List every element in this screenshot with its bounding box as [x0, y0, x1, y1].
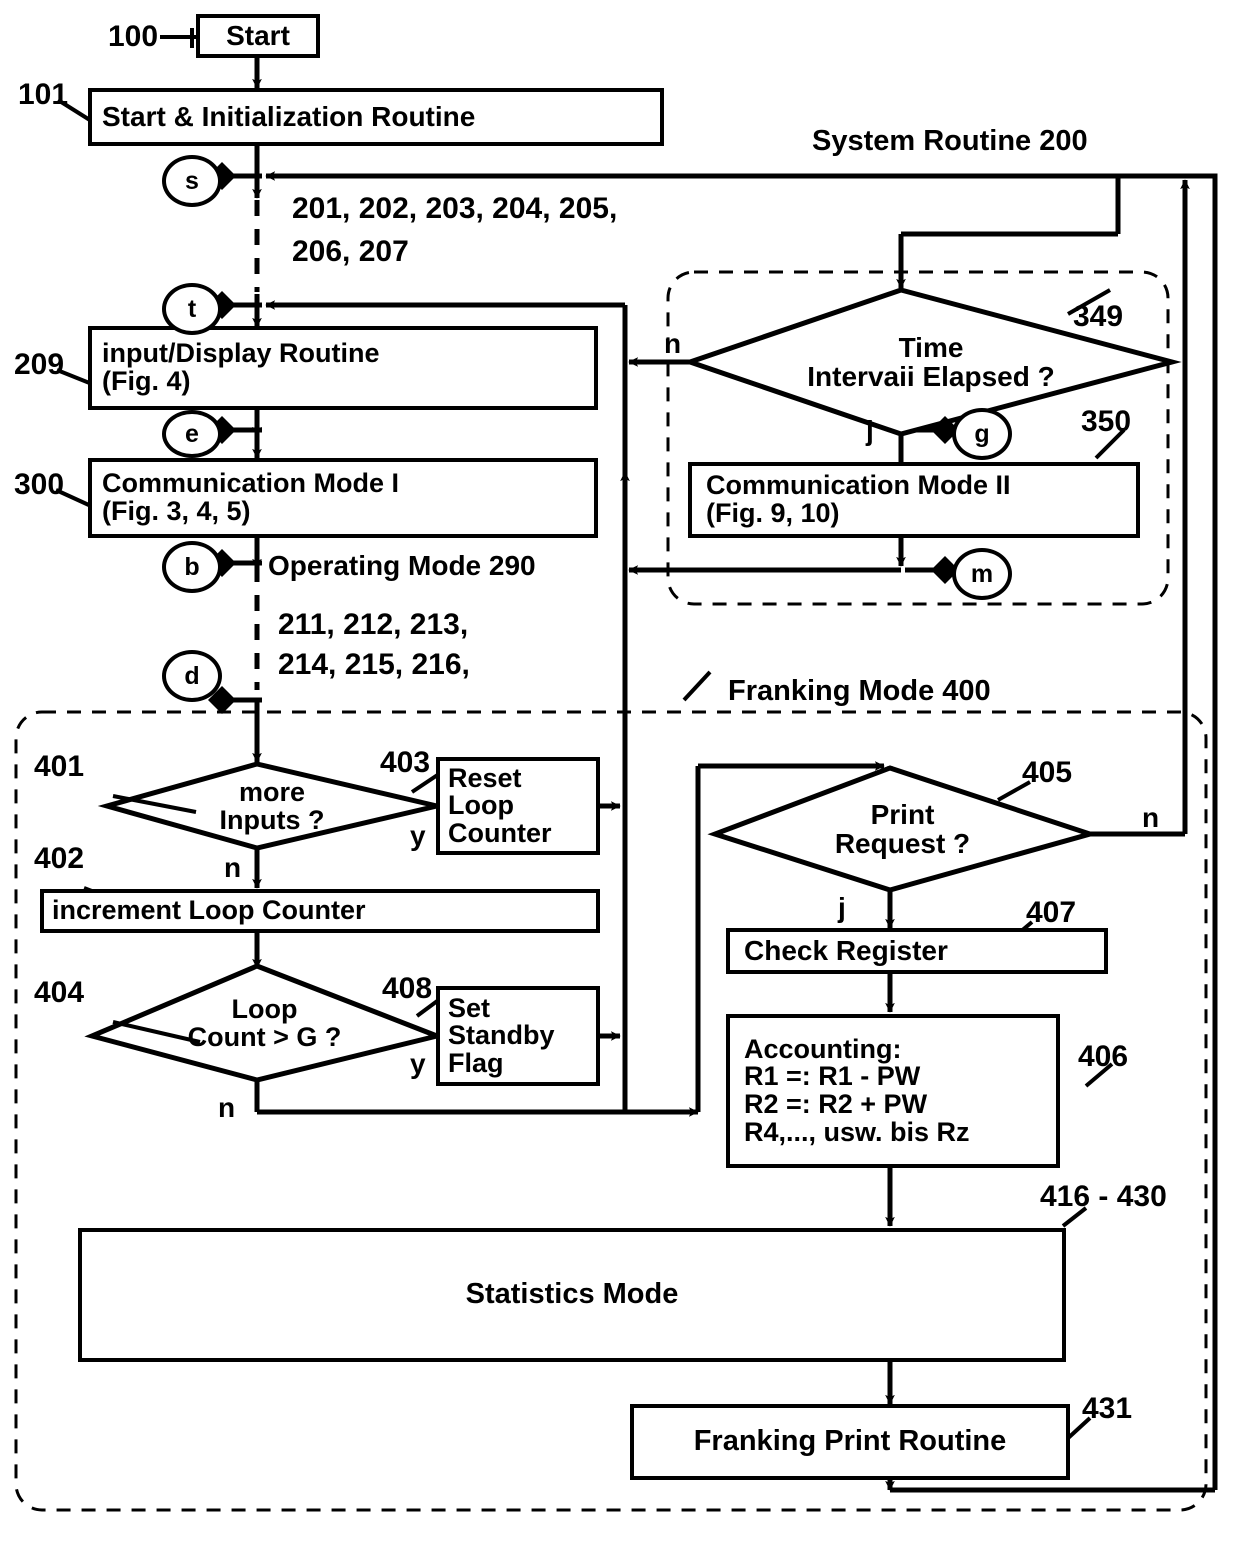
connector-m[interactable]: m — [952, 548, 1012, 600]
connector-b-label: b — [184, 552, 200, 581]
node-statistics-label: Statistics Mode — [465, 1278, 679, 1311]
branch-print-request-j: j — [838, 892, 846, 923]
decision-print-request-line2: Request ? — [834, 828, 971, 859]
decision-more-inputs-line2: Inputs ? — [219, 805, 325, 835]
node-accounting-line4: R4,..., usw. bis Rz — [744, 1116, 970, 1147]
connector-s-label: s — [185, 166, 199, 195]
node-accounting-line3: R2 =: R2 + PW — [744, 1089, 928, 1119]
node-set-standby-line2: Standby — [448, 1020, 555, 1051]
connector-b[interactable]: b — [162, 541, 222, 593]
branch-time-interval-n: n — [664, 328, 682, 359]
connector-g[interactable]: g — [952, 408, 1012, 460]
steps-21x-line2: 214, 215, 216, — [278, 648, 470, 681]
connector-t-label: t — [187, 294, 197, 323]
connector-e[interactable]: e — [162, 410, 222, 458]
node-franking-print-label: Franking Print Routine — [693, 1425, 1007, 1458]
ref-350: 350 — [1081, 405, 1132, 438]
node-accounting-line1: Accounting: — [744, 1033, 902, 1064]
ref-404: 404 — [34, 976, 85, 1009]
node-start[interactable]: Start — [196, 14, 320, 58]
node-check-register-label: Check Register — [744, 934, 948, 966]
decision-loop-count-line2: Count > G ? — [187, 1022, 342, 1052]
branch-loop-count-n: n — [218, 1092, 236, 1123]
node-accounting-line2: R1 =: R1 - PW — [744, 1061, 921, 1092]
branch-time-interval-j: j — [866, 415, 874, 446]
decision-loop-count-line1: Loop — [231, 993, 298, 1024]
ref-431: 431 — [1082, 1392, 1133, 1425]
node-set-standby-flag[interactable]: Set Standby Flag — [436, 986, 600, 1086]
node-reset-loop-line1: Reset — [448, 762, 522, 793]
node-communication-mode-2[interactable]: Communication Mode II (Fig. 9, 10) — [688, 462, 1140, 538]
branch-loop-count-y: y — [410, 1048, 426, 1079]
connector-e-label: e — [185, 419, 199, 448]
node-input-display-line1: input/Display Routine — [102, 338, 380, 369]
steps-2xx-line1: 201, 202, 203, 204, 205, — [292, 192, 618, 225]
node-start-label: Start — [226, 19, 290, 51]
ref-401: 401 — [34, 750, 85, 783]
node-reset-loop-line3: Counter — [448, 817, 552, 848]
node-communication-mode-1[interactable]: Communication Mode I (Fig. 3, 4, 5) — [88, 458, 598, 538]
node-increment-loop-counter[interactable]: increment Loop Counter — [40, 889, 600, 933]
ref-403: 403 — [380, 746, 431, 779]
label-operating-mode: Operating Mode 290 — [268, 550, 536, 581]
connector-m-label: m — [970, 559, 994, 588]
ref-402: 402 — [34, 842, 85, 875]
ref-407: 407 — [1026, 896, 1077, 929]
node-input-display[interactable]: input/Display Routine (Fig. 4) — [88, 326, 598, 410]
decision-time-interval-line2: Intervaii Elapsed ? — [807, 361, 1055, 392]
node-reset-loop-line2: Loop — [448, 790, 514, 821]
node-comm1-line1: Communication Mode I — [102, 468, 399, 499]
ref-300: 300 — [14, 468, 65, 501]
ref-209: 209 — [14, 348, 65, 381]
node-statistics-mode[interactable]: Statistics Mode — [78, 1228, 1066, 1362]
node-set-standby-line3: Flag — [448, 1047, 504, 1078]
title-franking-mode: Franking Mode 400 — [728, 675, 991, 707]
branch-more-inputs-n: n — [224, 852, 242, 883]
node-init-label: Start & Initialization Routine — [102, 100, 476, 132]
node-comm2-line1: Communication Mode II — [706, 470, 1011, 501]
ref-406: 406 — [1078, 1040, 1129, 1073]
connector-g-label: g — [974, 419, 990, 448]
node-set-standby-line1: Set — [448, 992, 491, 1023]
title-system-routine: System Routine 200 — [812, 125, 1088, 157]
decision-more-inputs-line1: more — [238, 776, 306, 807]
ref-101: 101 — [18, 78, 69, 111]
connector-s[interactable]: s — [162, 155, 222, 207]
node-reset-loop-counter[interactable]: Reset Loop Counter — [436, 757, 600, 855]
connector-d[interactable]: d — [162, 650, 222, 702]
node-comm2-line2: (Fig. 9, 10) — [706, 498, 840, 528]
node-increment-loop-label: increment Loop Counter — [52, 895, 366, 926]
node-comm1-line2: (Fig. 3, 4, 5) — [102, 496, 251, 526]
ref-100: 100 — [108, 20, 159, 53]
node-check-register[interactable]: Check Register — [726, 928, 1108, 974]
connector-t[interactable]: t — [162, 283, 222, 335]
ref-408: 408 — [382, 972, 433, 1005]
branch-print-request-n: n — [1142, 802, 1160, 833]
ref-349: 349 — [1073, 300, 1124, 333]
node-input-display-line2: (Fig. 4) — [102, 366, 191, 396]
branch-more-inputs-y: y — [410, 820, 426, 851]
node-init[interactable]: Start & Initialization Routine — [88, 88, 664, 146]
decision-print-request-line1: Print — [870, 798, 935, 830]
decision-time-interval-line1: Time — [898, 331, 964, 363]
steps-2xx-line2: 206, 207 — [292, 235, 409, 268]
node-franking-print-routine[interactable]: Franking Print Routine — [630, 1404, 1070, 1480]
node-accounting[interactable]: Accounting: R1 =: R1 - PW R2 =: R2 + PW … — [726, 1014, 1060, 1168]
steps-21x-line1: 211, 212, 213, — [278, 608, 469, 641]
ref-405: 405 — [1022, 756, 1073, 789]
flowchart-canvas: Start Start & Initialization Routine inp… — [0, 0, 1240, 1554]
connector-d-label: d — [184, 661, 200, 690]
ref-416-430: 416 - 430 — [1040, 1180, 1167, 1213]
